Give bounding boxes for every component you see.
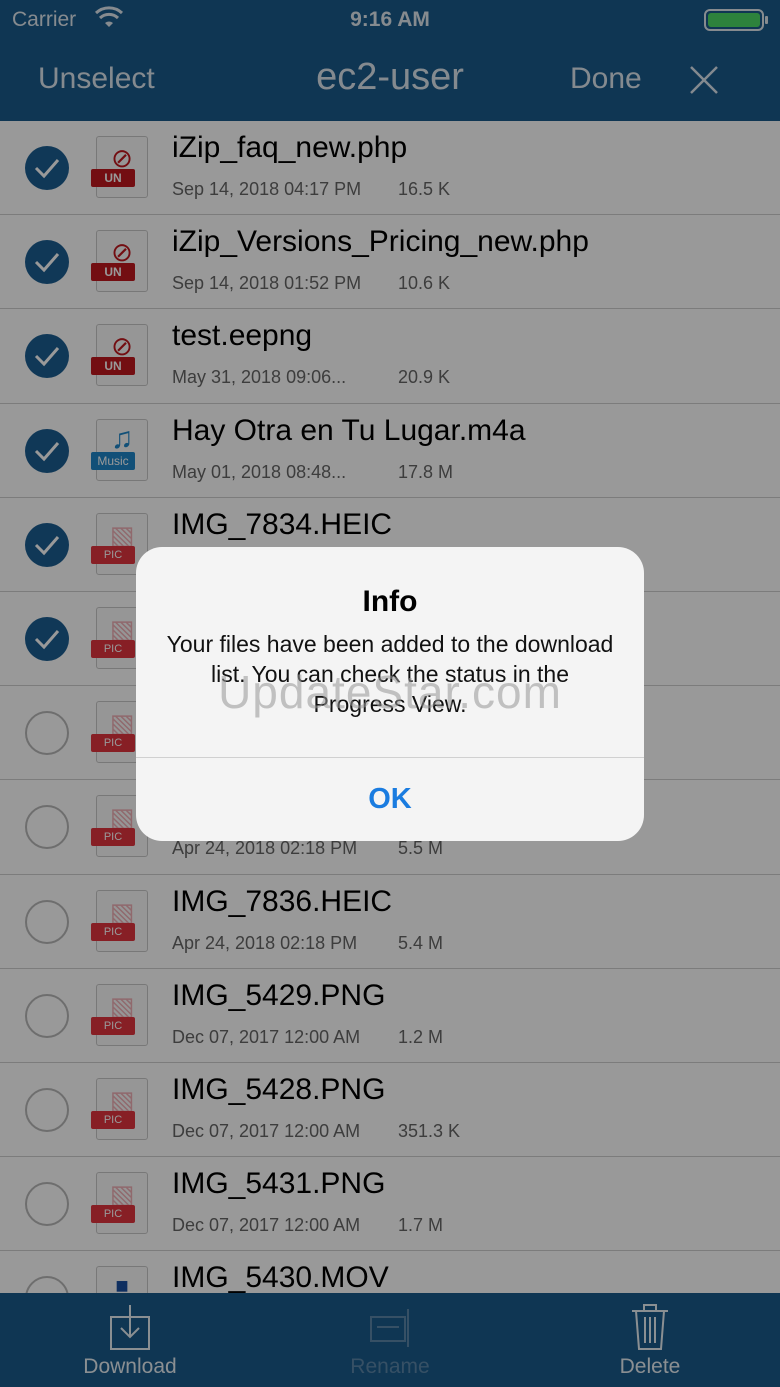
info-alert: Info Your files have been added to the d… [136, 547, 644, 841]
alert-message: Your files have been added to the downlo… [166, 631, 614, 717]
alert-title: Info [362, 585, 418, 618]
ok-button[interactable]: OK [136, 758, 644, 841]
